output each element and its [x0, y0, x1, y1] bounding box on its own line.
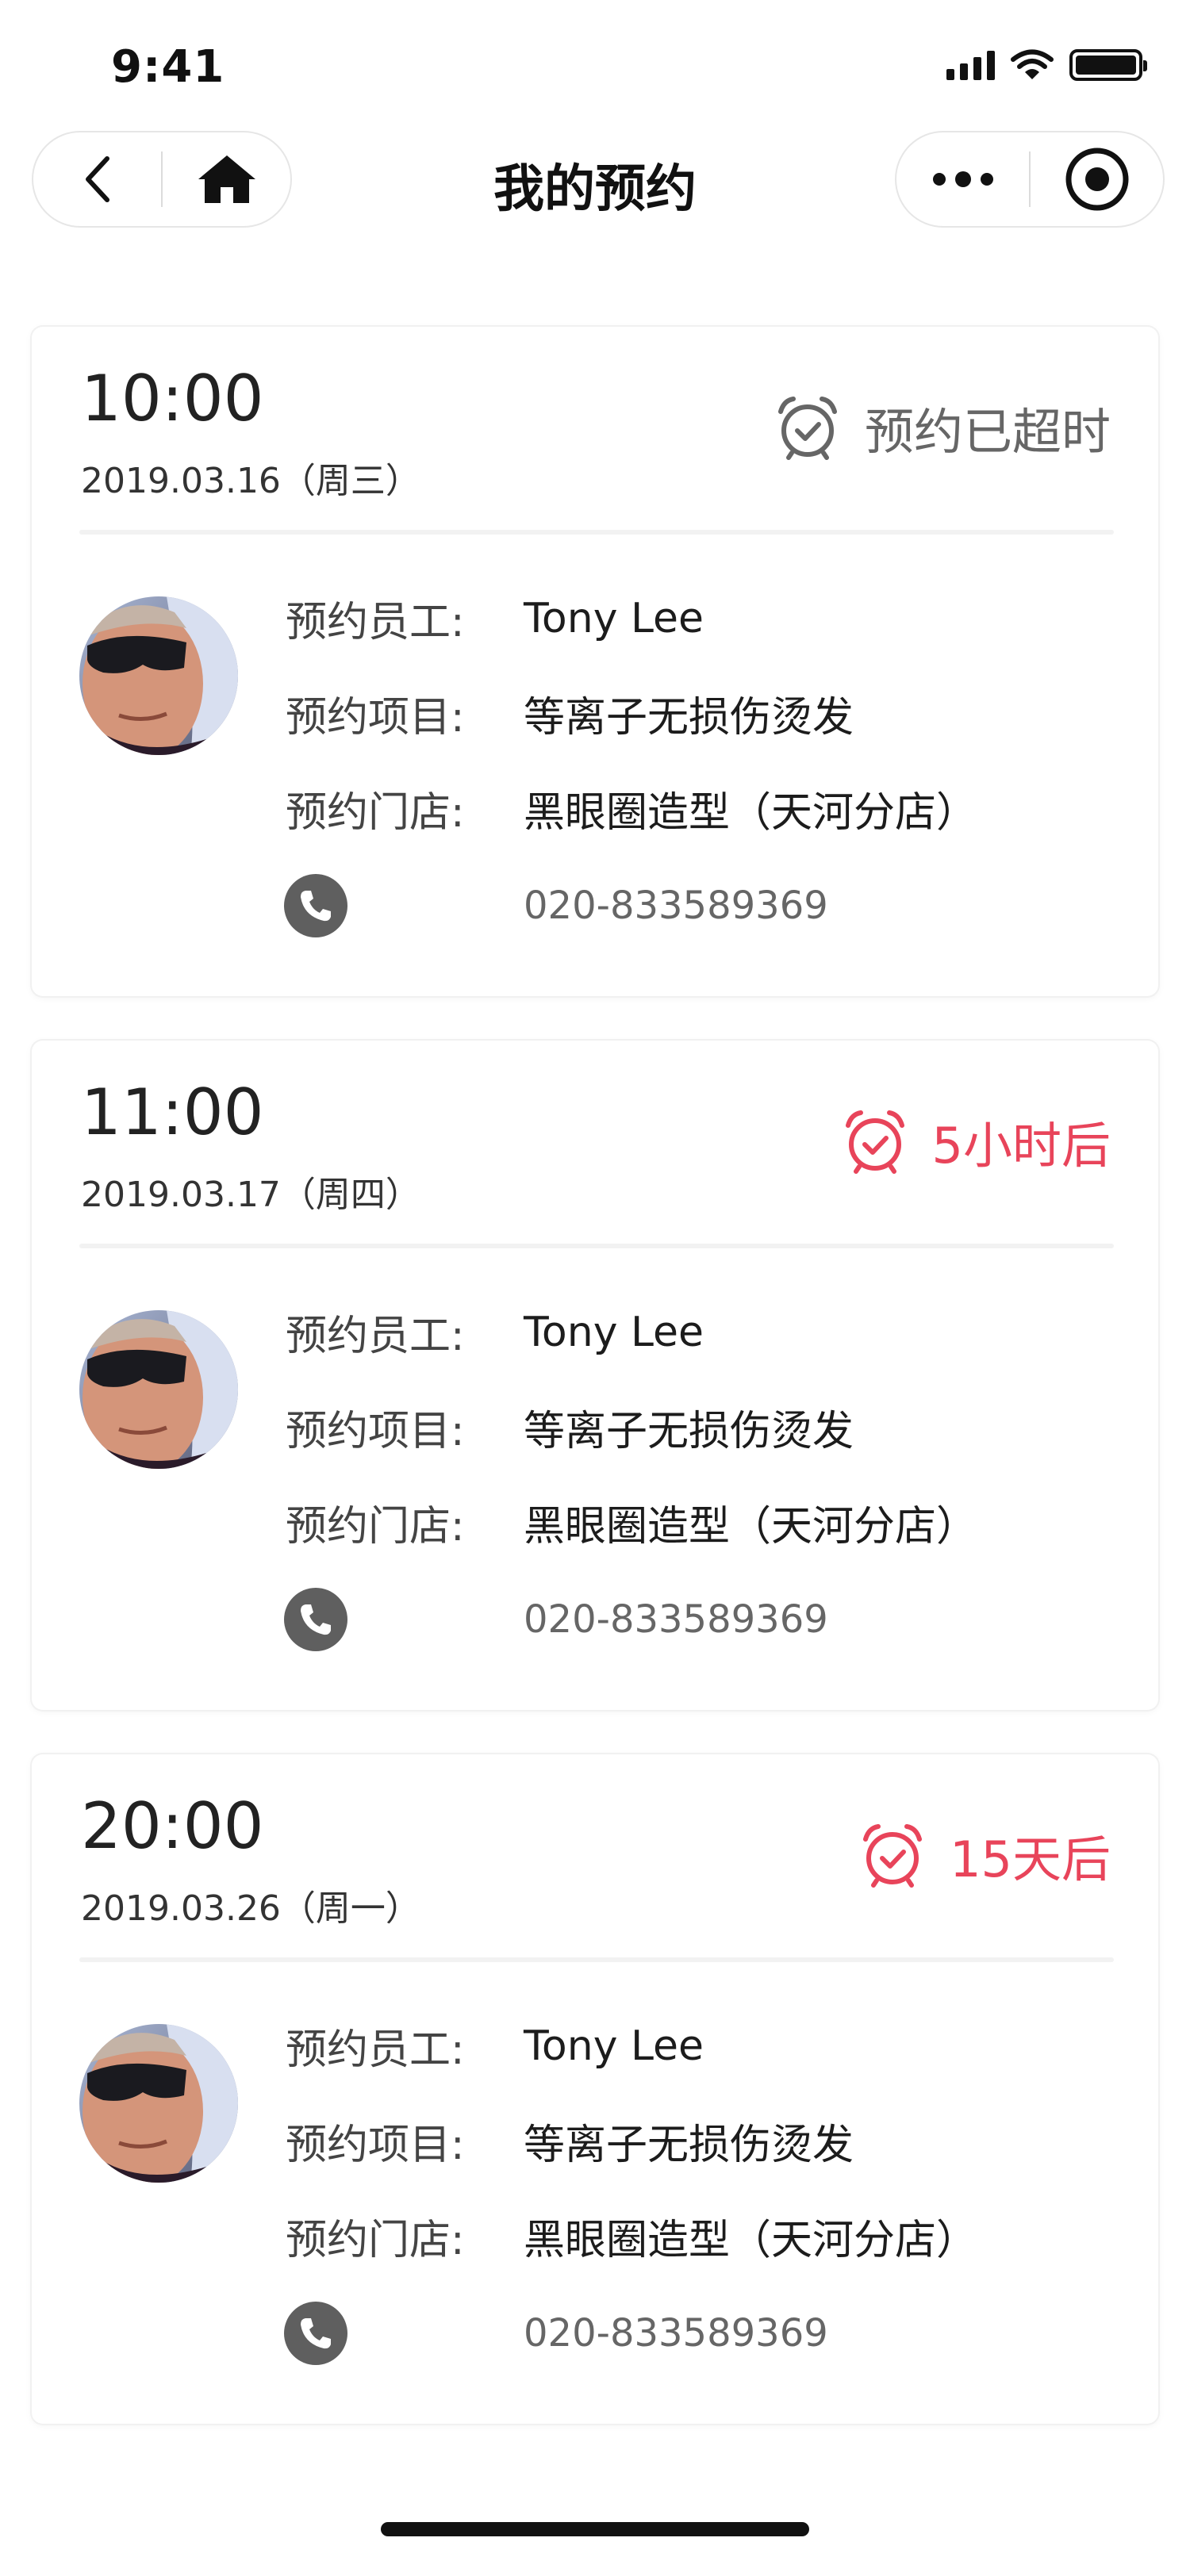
staff-avatar[interactable] — [79, 596, 238, 755]
appointment-date: 2019.03.26（周一） — [81, 1888, 420, 1929]
card-divider — [79, 1957, 1114, 1962]
store-label: 预约门店: — [286, 1503, 465, 1551]
store-row: 预约门店: 黑眼圈造型（天河分店） — [286, 2206, 977, 2266]
status-icons — [946, 49, 1147, 81]
appointment-time: 11:00 — [81, 1075, 264, 1149]
appointment-date: 2019.03.17（周四） — [81, 1175, 420, 1215]
status-bar: 9:41 — [0, 0, 1190, 135]
staff-label: 预约员工: — [286, 599, 465, 646]
phone-number[interactable]: 020-833589369 — [524, 884, 828, 928]
staff-label: 预约员工: — [286, 1313, 465, 1360]
service-label: 预约项目: — [286, 2122, 465, 2169]
status-text: 15天后 — [950, 1830, 1111, 1888]
store-label: 预约门店: — [286, 789, 465, 837]
staff-row: 预约员工: Tony Lee — [286, 1302, 704, 1362]
battery-icon — [1069, 49, 1147, 81]
nav-right-capsule — [895, 131, 1165, 228]
nav-bar: 我的预约 — [0, 131, 1190, 230]
appointment-card[interactable]: 10:00 2019.03.16（周三） 预约已超时 预约员工: Tony Le… — [32, 327, 1158, 996]
phone-row[interactable]: 020-833589369 — [284, 874, 828, 937]
phone-number[interactable]: 020-833589369 — [524, 2311, 828, 2356]
store-name: 黑眼圈造型（天河分店） — [524, 1503, 978, 1551]
store-row: 预约门店: 黑眼圈造型（天河分店） — [286, 779, 977, 838]
staff-label: 预约员工: — [286, 2026, 465, 2074]
wifi-icon — [1011, 49, 1054, 79]
status-text: 预约已超时 — [864, 403, 1111, 461]
store-name: 黑眼圈造型（天河分店） — [524, 789, 978, 837]
staff-row: 预约员工: Tony Lee — [286, 2016, 704, 2076]
target-circle-icon — [1065, 148, 1128, 211]
staff-name: Tony Lee — [524, 2022, 704, 2070]
status-text: 5小时后 — [931, 1117, 1111, 1175]
phone-icon[interactable] — [284, 2302, 347, 2365]
avatar-image — [79, 1310, 238, 1469]
phone-row[interactable]: 020-833589369 — [284, 1588, 828, 1651]
staff-name: Tony Lee — [524, 1308, 704, 1356]
appointment-status: 预约已超时 — [774, 392, 1111, 463]
service-row: 预约项目: 等离子无损伤烫发 — [286, 1397, 854, 1457]
appointment-list: 10:00 2019.03.16（周三） 预约已超时 预约员工: Tony Le… — [32, 327, 1158, 2468]
service-label: 预约项目: — [286, 1408, 465, 1455]
avatar-image — [79, 596, 238, 755]
phone-handset-icon — [301, 2318, 331, 2349]
service-name: 等离子无损伤烫发 — [524, 1408, 854, 1455]
appointment-status: 5小时后 — [842, 1106, 1111, 1177]
card-divider — [79, 1244, 1114, 1248]
staff-row: 预约员工: Tony Lee — [286, 588, 704, 648]
appointment-time: 20:00 — [81, 1789, 264, 1863]
phone-row[interactable]: 020-833589369 — [284, 2302, 828, 2365]
phone-handset-icon — [301, 891, 331, 922]
staff-avatar[interactable] — [79, 1310, 238, 1469]
phone-number[interactable]: 020-833589369 — [524, 1597, 828, 1642]
store-name: 黑眼圈造型（天河分店） — [524, 2217, 978, 2264]
avatar-image — [79, 2024, 238, 2183]
appointment-date: 2019.03.16（周三） — [81, 461, 420, 501]
staff-avatar[interactable] — [79, 2024, 238, 2183]
phone-handset-icon — [301, 1604, 331, 1635]
alarm-clock-icon — [863, 1824, 923, 1888]
service-name: 等离子无损伤烫发 — [524, 694, 854, 742]
alarm-clock-icon — [777, 397, 837, 460]
appointment-status: 15天后 — [859, 1819, 1111, 1891]
service-name: 等离子无损伤烫发 — [524, 2122, 854, 2169]
cellular-signal-icon — [946, 50, 995, 80]
home-indicator — [381, 2522, 809, 2536]
service-row: 预约项目: 等离子无损伤烫发 — [286, 2111, 854, 2171]
close-miniprogram-button[interactable] — [1031, 132, 1163, 226]
status-time: 9:41 — [111, 41, 225, 93]
appointment-card[interactable]: 11:00 2019.03.17（周四） 5小时后 预约员工: Tony Lee… — [32, 1041, 1158, 1710]
card-divider — [79, 530, 1114, 535]
appointment-card[interactable]: 20:00 2019.03.26（周一） 15天后 预约员工: Tony Lee… — [32, 1754, 1158, 2424]
store-row: 预约门店: 黑眼圈造型（天河分店） — [286, 1493, 977, 1552]
phone-icon[interactable] — [284, 1588, 347, 1651]
more-button[interactable] — [896, 132, 1029, 226]
more-dots-icon — [932, 171, 993, 187]
alarm-clock-icon — [845, 1110, 904, 1174]
phone-icon[interactable] — [284, 874, 347, 937]
staff-name: Tony Lee — [524, 594, 704, 642]
service-label: 预约项目: — [286, 694, 465, 742]
service-row: 预约项目: 等离子无损伤烫发 — [286, 684, 854, 743]
appointment-time: 10:00 — [81, 362, 264, 435]
store-label: 预约门店: — [286, 2217, 465, 2264]
